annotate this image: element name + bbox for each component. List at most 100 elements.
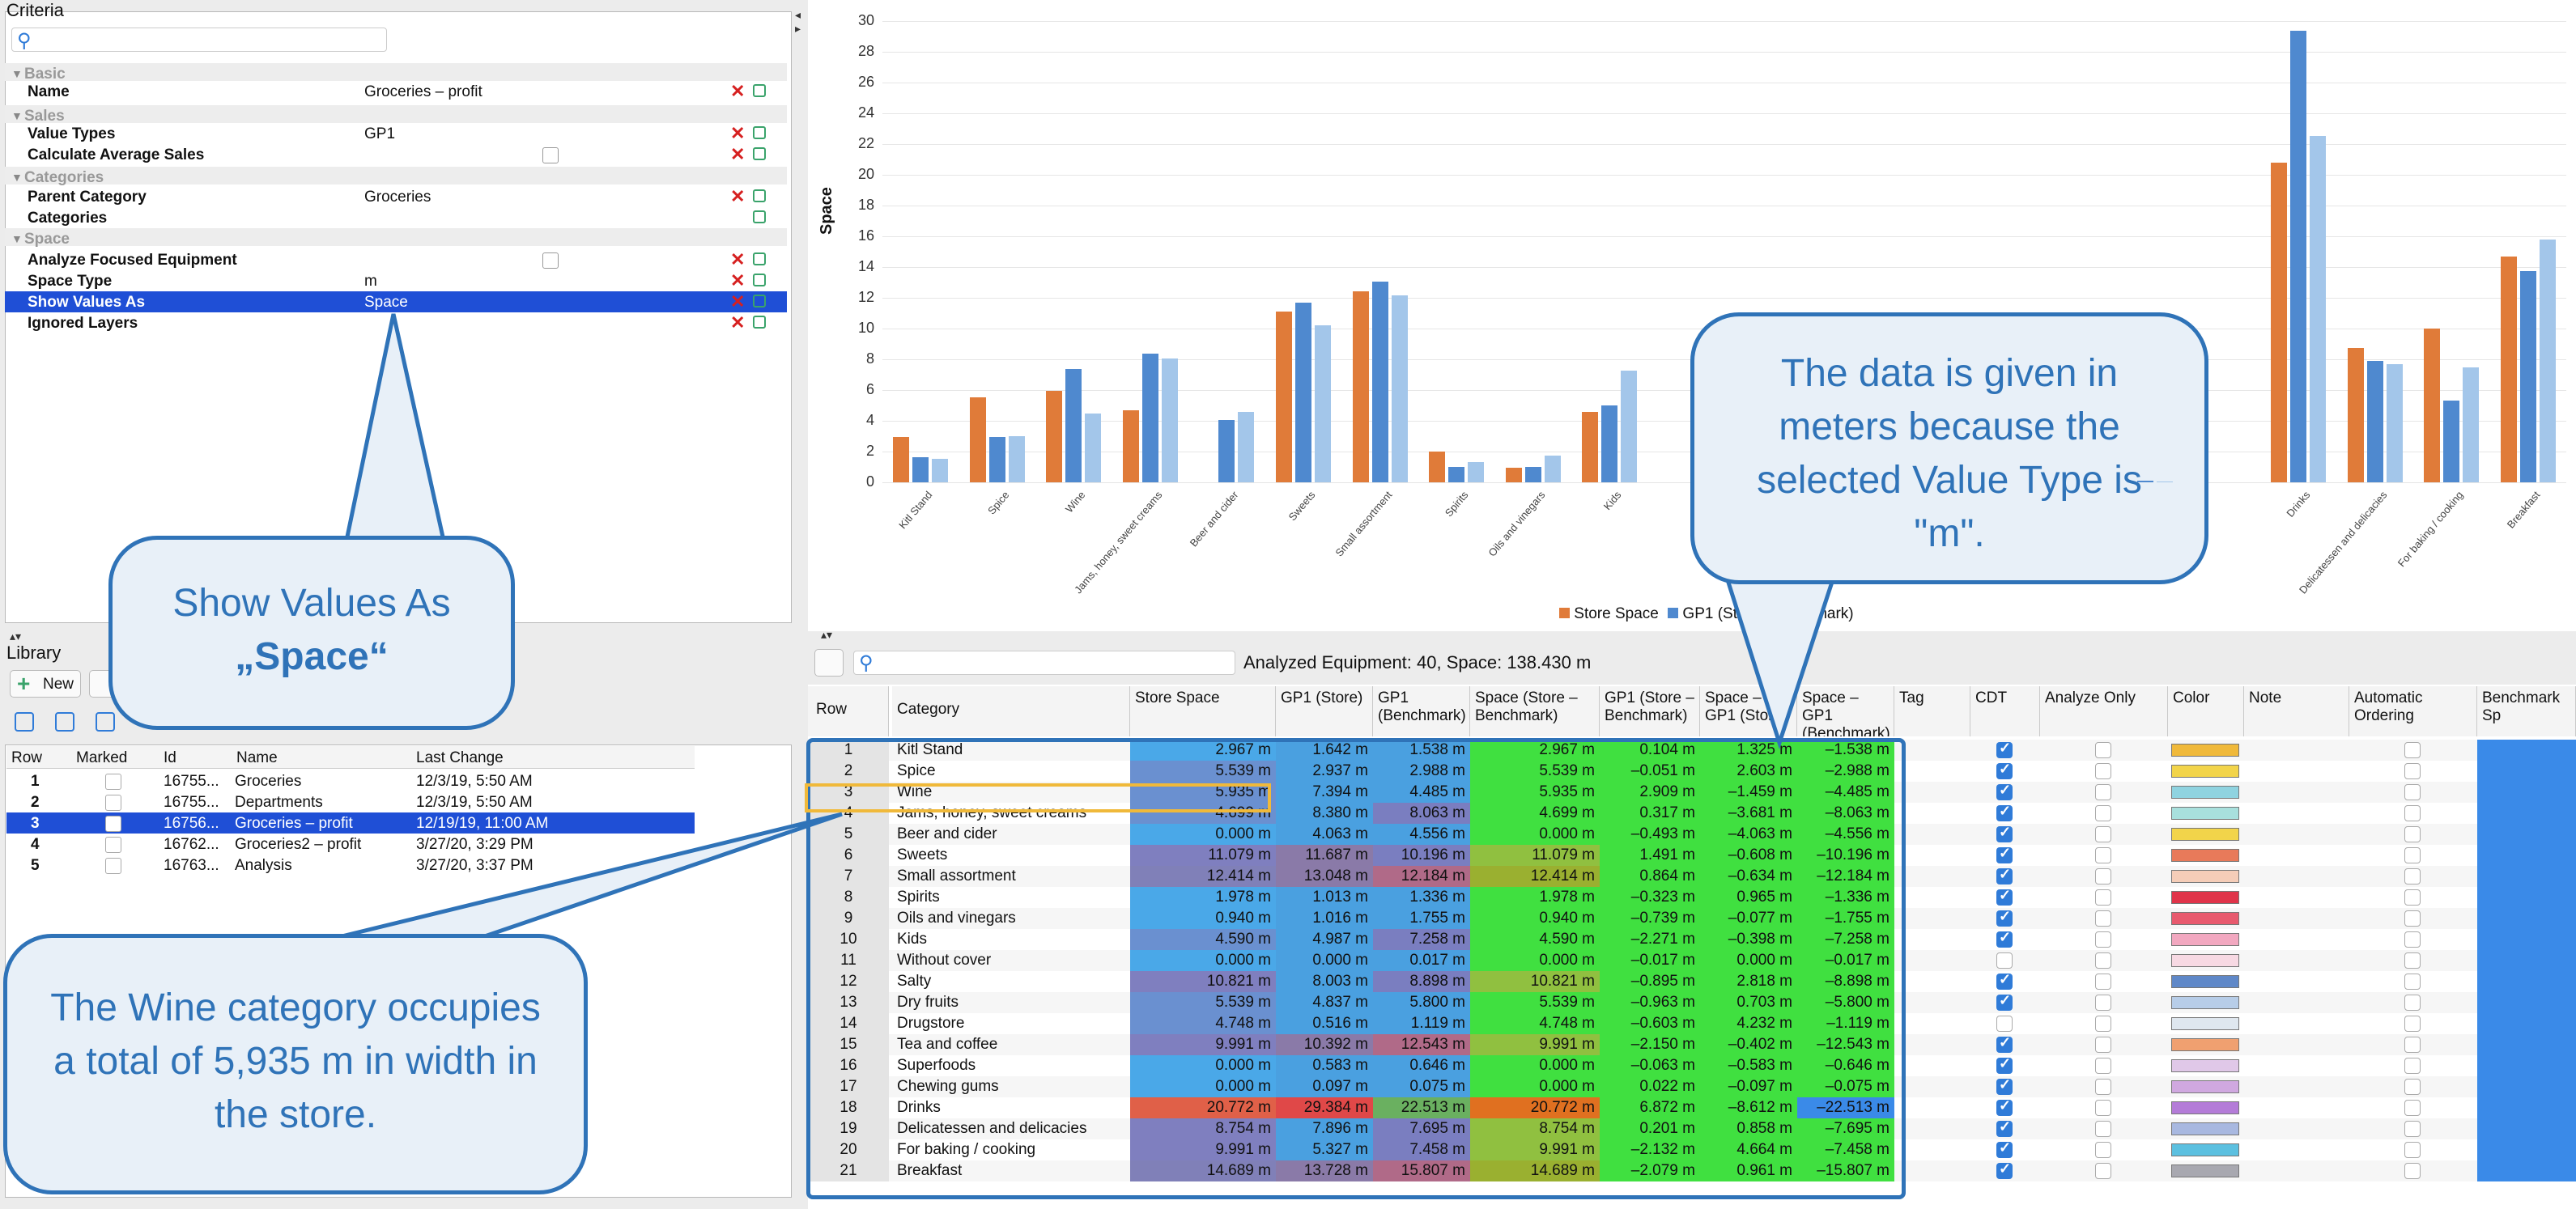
analyze-only-checkbox[interactable] (2095, 1016, 2111, 1032)
auto-ordering-checkbox[interactable] (2404, 826, 2421, 842)
copy-icon[interactable] (753, 316, 766, 329)
auto-ordering-checkbox[interactable] (2404, 847, 2421, 863)
remove-icon[interactable]: ✕ (730, 144, 745, 165)
auto-ordering-checkbox[interactable] (2404, 1058, 2421, 1074)
analyze-only-checkbox[interactable] (2095, 868, 2111, 884)
expand-triangle-icon[interactable]: ▼ (11, 109, 23, 122)
library-row[interactable]: 3 16756... Groceries – profit 12/19/19, 11:… (6, 812, 695, 834)
check-all-icon[interactable] (15, 712, 34, 732)
color-swatch[interactable] (2171, 891, 2239, 904)
column-header[interactable]: Color (2168, 686, 2244, 736)
color-swatch[interactable] (2171, 786, 2239, 799)
auto-ordering-checkbox[interactable] (2404, 784, 2421, 800)
auto-ordering-checkbox[interactable] (2404, 763, 2421, 779)
column-header[interactable]: Space – GP1 (Benchmark) (1797, 686, 1894, 736)
criteria-search-input[interactable]: ⚲ (11, 28, 387, 52)
criteria-value[interactable]: m (364, 273, 377, 291)
cdt-checkbox[interactable] (1996, 929, 2013, 948)
analyze-only-checkbox[interactable] (2095, 952, 2111, 969)
table-collapse-arrows[interactable]: ▴▾ (821, 628, 832, 642)
color-swatch[interactable] (2171, 744, 2239, 757)
cdt-checkbox[interactable] (1996, 1139, 2013, 1158)
table-menu-button[interactable] (814, 649, 844, 677)
criteria-value[interactable]: Space (364, 294, 408, 312)
color-swatch[interactable] (2171, 1101, 2239, 1114)
copy-icon[interactable] (753, 274, 766, 286)
cdt-checkbox[interactable] (1996, 824, 2013, 842)
cdt-checkbox[interactable] (1996, 1160, 2013, 1179)
analyze-only-checkbox[interactable] (2095, 1100, 2111, 1116)
copy-icon[interactable] (753, 84, 766, 97)
criteria-row-ignored_layers[interactable]: Ignored Layers ✕ (5, 312, 787, 333)
cdt-checkbox[interactable] (1996, 971, 2013, 990)
color-swatch[interactable] (2171, 1017, 2239, 1030)
cdt-checkbox[interactable] (1996, 992, 2013, 1011)
cdt-checkbox[interactable] (1996, 1076, 2013, 1095)
column-header[interactable]: Note (2244, 686, 2349, 736)
remove-icon[interactable]: ✕ (730, 291, 745, 312)
column-header[interactable]: CDT (1970, 686, 2040, 736)
criteria-group-sales[interactable]: ▼ Sales (5, 105, 787, 125)
expand-triangle-icon[interactable]: ▼ (11, 67, 23, 80)
auto-ordering-checkbox[interactable] (2404, 868, 2421, 884)
criteria-value[interactable]: GP1 (364, 125, 395, 143)
column-header[interactable]: Automatic Ordering (2349, 686, 2477, 736)
analyze-only-checkbox[interactable] (2095, 805, 2111, 821)
analyze-only-checkbox[interactable] (2095, 931, 2111, 948)
cdt-checkbox[interactable] (1996, 761, 2013, 779)
color-swatch[interactable] (2171, 828, 2239, 841)
auto-ordering-checkbox[interactable] (2404, 1100, 2421, 1116)
criteria-row-name[interactable]: Name Groceries – profit ✕ (5, 81, 787, 102)
criteria-checkbox[interactable] (542, 252, 559, 269)
marked-checkbox[interactable] (105, 858, 121, 874)
color-swatch[interactable] (2171, 1143, 2239, 1156)
auto-ordering-checkbox[interactable] (2404, 1016, 2421, 1032)
remove-icon[interactable]: ✕ (730, 249, 745, 270)
cdt-checkbox[interactable] (1996, 803, 2013, 821)
auto-ordering-checkbox[interactable] (2404, 931, 2421, 948)
analyze-only-checkbox[interactable] (2095, 1163, 2111, 1179)
marked-checkbox[interactable] (105, 837, 121, 853)
criteria-row-space_type[interactable]: Space Type m ✕ (5, 270, 787, 291)
paste-icon[interactable] (96, 712, 115, 732)
color-swatch[interactable] (2171, 870, 2239, 883)
analyze-only-checkbox[interactable] (2095, 1079, 2111, 1095)
library-row[interactable]: 4 16762... Groceries2 – profit 3/27/20, 3:2… (6, 834, 695, 855)
copy-icon[interactable] (753, 147, 766, 160)
expand-triangle-icon[interactable]: ▼ (11, 232, 23, 245)
criteria-row-calc_avg[interactable]: Calculate Average Sales ✕ (5, 144, 787, 165)
cdt-checkbox[interactable] (1996, 845, 2013, 863)
expand-triangle-icon[interactable]: ▼ (11, 171, 23, 184)
auto-ordering-checkbox[interactable] (2404, 1079, 2421, 1095)
analyze-only-checkbox[interactable] (2095, 763, 2111, 779)
copy-icon[interactable] (753, 210, 766, 223)
auto-ordering-checkbox[interactable] (2404, 889, 2421, 906)
criteria-row-analyze_focused[interactable]: Analyze Focused Equipment ✕ (5, 249, 787, 270)
criteria-value[interactable]: Groceries – profit (364, 83, 482, 101)
column-header[interactable]: Row (808, 686, 889, 736)
copy-icon[interactable] (753, 295, 766, 308)
column-header[interactable]: Tag (1894, 686, 1970, 736)
cdt-checkbox[interactable] (1996, 740, 2013, 758)
cdt-checkbox[interactable] (1996, 1016, 2013, 1032)
auto-ordering-checkbox[interactable] (2404, 1142, 2421, 1158)
new-button[interactable]: + New (10, 670, 81, 698)
remove-icon[interactable]: ✕ (730, 81, 745, 102)
color-swatch[interactable] (2171, 849, 2239, 862)
analyze-only-checkbox[interactable] (2095, 847, 2111, 863)
analyze-only-checkbox[interactable] (2095, 742, 2111, 758)
remove-icon[interactable]: ✕ (730, 123, 745, 144)
color-swatch[interactable] (2171, 933, 2239, 946)
color-swatch[interactable] (2171, 1059, 2239, 1072)
remove-icon[interactable]: ✕ (730, 270, 745, 291)
color-swatch[interactable] (2171, 912, 2239, 925)
color-swatch[interactable] (2171, 807, 2239, 820)
auto-ordering-checkbox[interactable] (2404, 1163, 2421, 1179)
auto-ordering-checkbox[interactable] (2404, 974, 2421, 990)
column-header[interactable]: GP1 (Benchmark) (1373, 686, 1470, 736)
color-swatch[interactable] (2171, 954, 2239, 967)
column-header[interactable]: GP1 (Store) (1276, 686, 1373, 736)
analyze-only-checkbox[interactable] (2095, 1121, 2111, 1137)
color-swatch[interactable] (2171, 996, 2239, 1009)
cdt-checkbox[interactable] (1996, 1034, 2013, 1053)
